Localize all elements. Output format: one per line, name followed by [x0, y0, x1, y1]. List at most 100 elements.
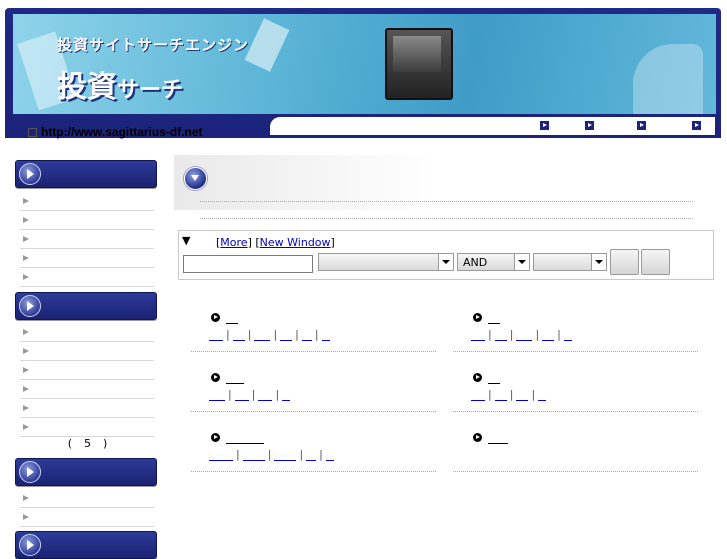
search-options: [More] [New Window]: [216, 236, 335, 249]
arrow-bullet-icon: [23, 424, 29, 430]
sidebar-item[interactable]: [20, 399, 154, 418]
category-heading[interactable]: [211, 370, 244, 384]
sidebar-item[interactable]: [20, 192, 154, 211]
circle-arrow-icon: [473, 433, 482, 442]
mode-select[interactable]: AND: [457, 253, 530, 271]
arrow-bullet-icon: [23, 274, 29, 280]
sidebar-item[interactable]: [20, 489, 154, 508]
subcategory-link[interactable]: [494, 389, 507, 401]
down-disc-icon: [184, 167, 207, 190]
sidebar-item[interactable]: [20, 211, 154, 230]
subcategory-link[interactable]: [471, 389, 485, 401]
sidebar-item[interactable]: [20, 268, 154, 287]
more-link[interactable]: [538, 389, 547, 401]
category-title[interactable]: [488, 432, 508, 444]
site-logo-title[interactable]: 投資サーチ: [57, 62, 183, 106]
circle-arrow-icon: [473, 313, 482, 322]
chevron-down-icon: [591, 254, 606, 270]
subcategory-link[interactable]: [209, 449, 233, 461]
subcategory-link[interactable]: [209, 329, 223, 341]
sidebar-item[interactable]: [20, 230, 154, 249]
sidebar-item[interactable]: [20, 249, 154, 268]
sidebar-box-header: [15, 292, 157, 320]
nav-arrow-icon[interactable]: [637, 121, 646, 130]
category-title[interactable]: [226, 372, 244, 384]
subcategory-link[interactable]: [258, 389, 273, 401]
subcategory-link[interactable]: [274, 449, 297, 461]
divider: [191, 411, 436, 412]
site-title-small: サーチ: [117, 78, 184, 103]
category-title[interactable]: [226, 432, 264, 444]
sidebar-box-header: [15, 458, 157, 486]
nav-arrow-icon[interactable]: [692, 121, 701, 130]
category-select[interactable]: [318, 253, 454, 271]
sidebar-item[interactable]: [20, 508, 154, 527]
sidebar-item[interactable]: [20, 342, 154, 361]
sidebar-item[interactable]: [20, 361, 154, 380]
divider: [191, 471, 436, 472]
divider: [453, 351, 698, 352]
more-link[interactable]: [321, 329, 330, 341]
mode-select-value: AND: [463, 256, 488, 269]
more-link[interactable]: [282, 389, 291, 401]
subcategory-links: | | | |: [209, 448, 334, 461]
subcategory-link[interactable]: [254, 329, 271, 341]
chevron-down-icon: [438, 254, 453, 270]
subcategory-link[interactable]: [494, 329, 507, 341]
nav-arrow-icon[interactable]: [585, 121, 594, 130]
arrow-bullet-icon: [23, 329, 29, 335]
sidebar-item[interactable]: [20, 380, 154, 399]
subcategory-link[interactable]: [516, 329, 533, 341]
nav-arrow-icon[interactable]: [540, 121, 549, 130]
subcategory-link[interactable]: [209, 389, 225, 401]
sidebar-box-header: [15, 531, 157, 559]
subcategory-link[interactable]: [516, 389, 529, 401]
extra-select[interactable]: [533, 253, 607, 271]
count-value: 5: [84, 437, 91, 450]
subcategory-link[interactable]: [234, 389, 249, 401]
more-link[interactable]: [563, 329, 572, 341]
search-input[interactable]: [183, 255, 313, 273]
divider: [453, 411, 698, 412]
divider: [200, 201, 693, 202]
sidebar-item[interactable]: [20, 323, 154, 342]
play-disc-icon: [19, 163, 41, 185]
subcategory-link[interactable]: [471, 329, 485, 341]
subcategory-link[interactable]: [280, 329, 293, 341]
category-title[interactable]: [488, 372, 500, 384]
sidebar-count: (5): [0, 437, 175, 450]
reset-button[interactable]: [641, 249, 670, 275]
subcategory-link[interactable]: [306, 449, 317, 461]
new-window-link[interactable]: New Window: [260, 236, 331, 249]
arrow-bullet-icon: [23, 405, 29, 411]
site-url[interactable]: http://www.sagittarius-df.net: [41, 125, 203, 139]
square-bullet-icon: [28, 128, 37, 138]
more-link[interactable]: More: [220, 236, 247, 249]
category-title[interactable]: [488, 312, 500, 324]
arrow-bullet-icon: [23, 198, 29, 204]
arrow-bullet-icon: [23, 348, 29, 354]
site-header: 投資サイトサーチエンジン 投資サーチ: [5, 8, 721, 138]
more-link[interactable]: [325, 449, 334, 461]
collapse-toggle[interactable]: ▼: [182, 234, 190, 247]
play-disc-icon: [19, 461, 41, 483]
circle-arrow-icon: [473, 373, 482, 382]
category-heading[interactable]: [473, 310, 500, 324]
category-heading[interactable]: [473, 430, 508, 444]
category-title[interactable]: [226, 312, 238, 324]
category-heading[interactable]: [473, 370, 500, 384]
circle-arrow-icon: [211, 313, 220, 322]
subcategory-link[interactable]: [301, 329, 312, 341]
search-button[interactable]: [610, 249, 639, 275]
sidebar-item[interactable]: [20, 418, 154, 437]
category-heading[interactable]: [211, 430, 264, 444]
subcategory-link[interactable]: [232, 329, 245, 341]
subcategory-link[interactable]: [542, 329, 555, 341]
play-disc-icon: [19, 295, 41, 317]
arrow-bullet-icon: [23, 236, 29, 242]
divider: [200, 218, 693, 219]
divider: [191, 351, 436, 352]
subcategory-link[interactable]: [242, 449, 265, 461]
category-heading[interactable]: [211, 310, 238, 324]
chevron-down-icon: [514, 254, 529, 270]
